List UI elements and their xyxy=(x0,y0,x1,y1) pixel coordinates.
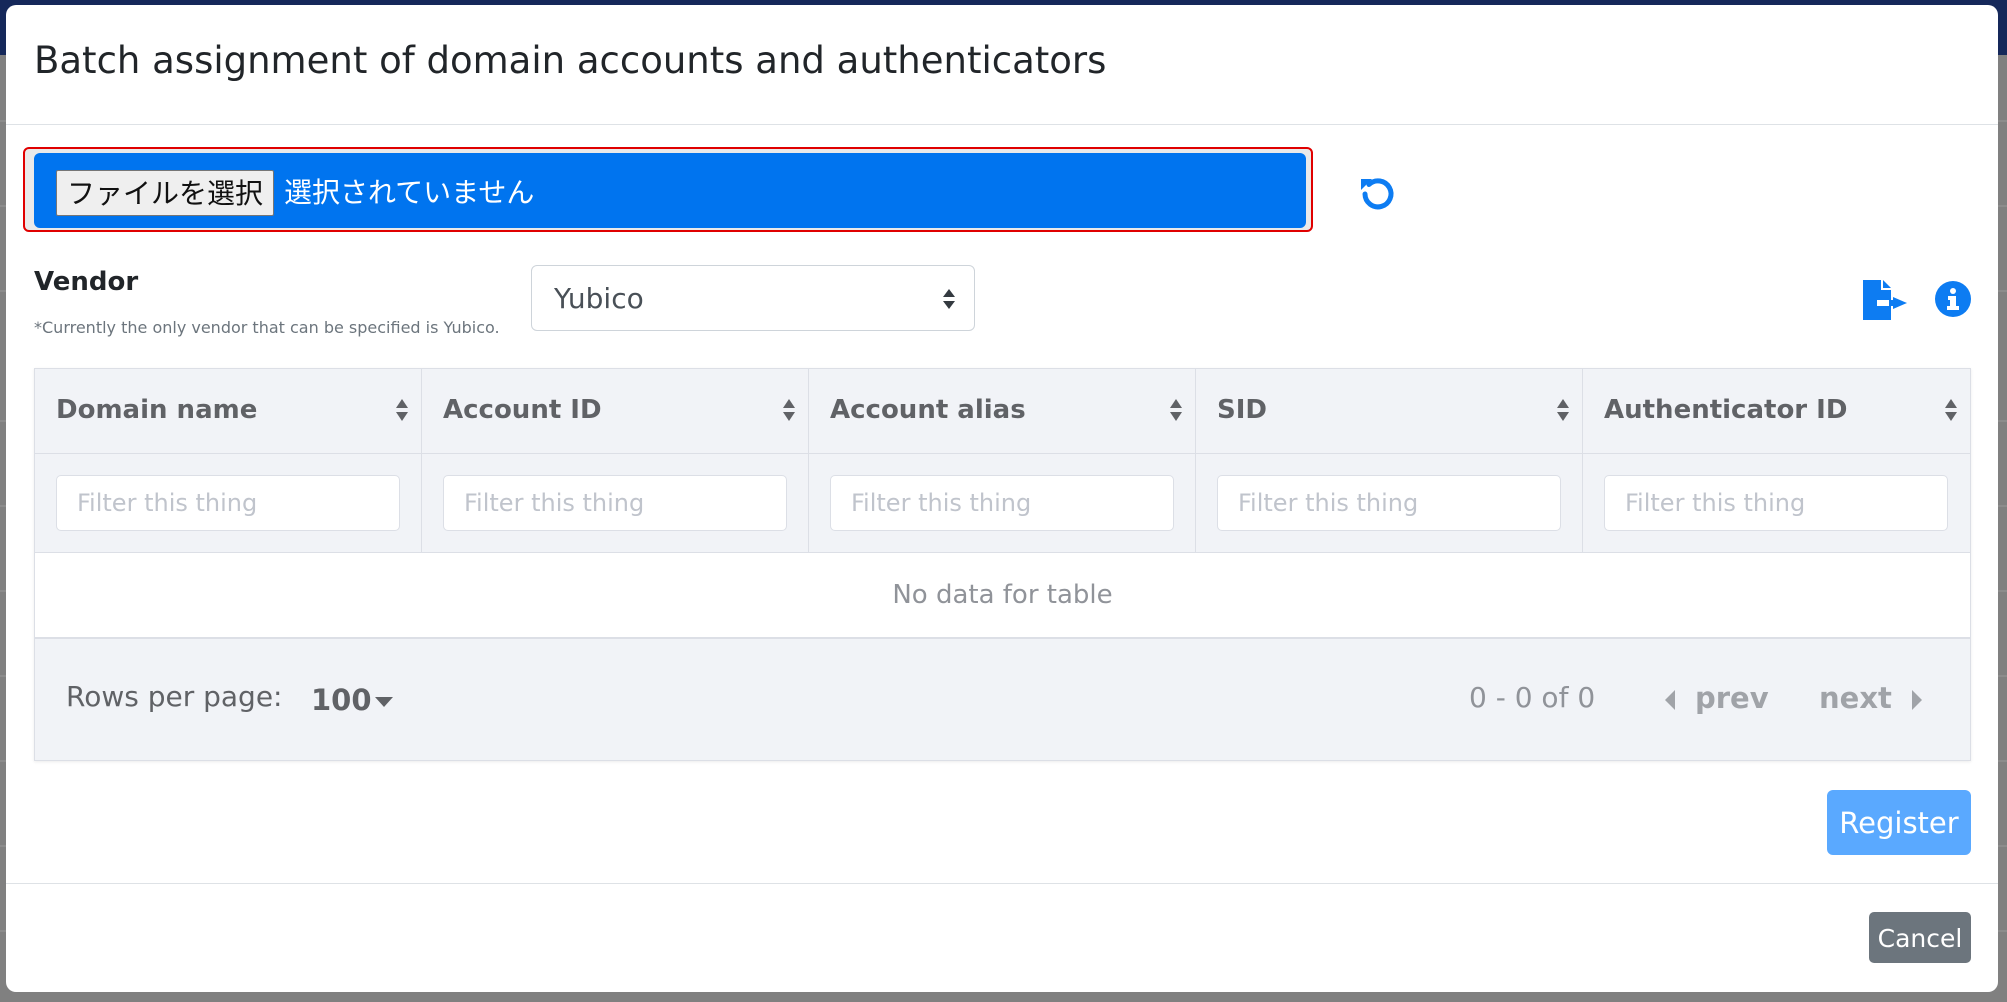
vendor-label: Vendor xyxy=(34,267,139,297)
vendor-selected-value: Yubico xyxy=(554,282,644,315)
column-label: Account alias xyxy=(830,395,1026,425)
undo-icon[interactable] xyxy=(1356,173,1398,215)
table-header-row: Domain name Account ID Account alias SID… xyxy=(35,369,1970,454)
prev-page-button[interactable]: prev xyxy=(1665,681,1769,715)
page-range-info: 0 - 0 of 0 xyxy=(1469,681,1596,714)
chevron-left-icon xyxy=(1665,690,1675,710)
column-header-account-id[interactable]: Account ID xyxy=(422,369,809,453)
rows-per-page-label: Rows per page: xyxy=(66,680,283,713)
empty-table-message: No data for table xyxy=(35,553,1970,639)
data-table: Domain name Account ID Account alias SID… xyxy=(34,368,1971,761)
column-label: Domain name xyxy=(56,395,258,425)
sort-icon xyxy=(1945,399,1957,421)
file-status-text: 選択されていません xyxy=(284,176,535,209)
next-page-button[interactable]: next xyxy=(1819,681,1922,715)
file-export-icon[interactable] xyxy=(1863,280,1907,320)
caret-down-icon xyxy=(374,697,393,707)
column-header-authenticator-id[interactable]: Authenticator ID xyxy=(1583,369,1970,453)
batch-assignment-modal: Batch assignment of domain accounts and … xyxy=(6,5,1998,992)
filter-account-id-input[interactable] xyxy=(443,475,787,531)
header-divider xyxy=(6,124,1998,125)
rows-per-page-value: 100 xyxy=(311,683,372,717)
column-header-account-alias[interactable]: Account alias xyxy=(809,369,1196,453)
filter-account-alias-input[interactable] xyxy=(830,475,1174,531)
chevron-right-icon xyxy=(1911,690,1922,710)
prev-label: prev xyxy=(1695,681,1769,715)
filter-cell xyxy=(809,454,1196,552)
select-arrows-icon xyxy=(943,289,955,309)
filter-cell xyxy=(1583,454,1970,552)
column-label: Account ID xyxy=(443,395,602,425)
column-label: SID xyxy=(1217,395,1267,425)
sort-icon xyxy=(783,399,795,421)
column-label: Authenticator ID xyxy=(1604,395,1848,425)
sort-icon xyxy=(1557,399,1569,421)
sort-icon xyxy=(1170,399,1182,421)
filter-authenticator-id-input[interactable] xyxy=(1604,475,1948,531)
cancel-button[interactable]: Cancel xyxy=(1869,912,1971,963)
next-label: next xyxy=(1819,681,1892,715)
modal-title: Batch assignment of domain accounts and … xyxy=(34,39,1107,82)
column-header-sid[interactable]: SID xyxy=(1196,369,1583,453)
file-input[interactable]: ファイルを選択 選択されていません xyxy=(34,153,1306,228)
filter-domain-name-input[interactable] xyxy=(56,475,400,531)
register-button[interactable]: Register xyxy=(1827,790,1971,855)
table-footer: Rows per page: 100 0 - 0 of 0 prev next xyxy=(35,639,1970,760)
filter-cell xyxy=(35,454,422,552)
vendor-select[interactable]: Yubico xyxy=(531,265,975,331)
rows-per-page-select[interactable]: 100 xyxy=(311,683,393,717)
info-circle-icon[interactable] xyxy=(1934,280,1972,318)
filter-cell xyxy=(422,454,809,552)
table-filter-row xyxy=(35,454,1970,553)
footer-divider xyxy=(6,883,1998,884)
sort-icon xyxy=(396,399,408,421)
vendor-help-text: *Currently the only vendor that can be s… xyxy=(34,318,500,337)
filter-sid-input[interactable] xyxy=(1217,475,1561,531)
choose-file-button[interactable]: ファイルを選択 xyxy=(56,170,275,216)
column-header-domain-name[interactable]: Domain name xyxy=(35,369,422,453)
filter-cell xyxy=(1196,454,1583,552)
